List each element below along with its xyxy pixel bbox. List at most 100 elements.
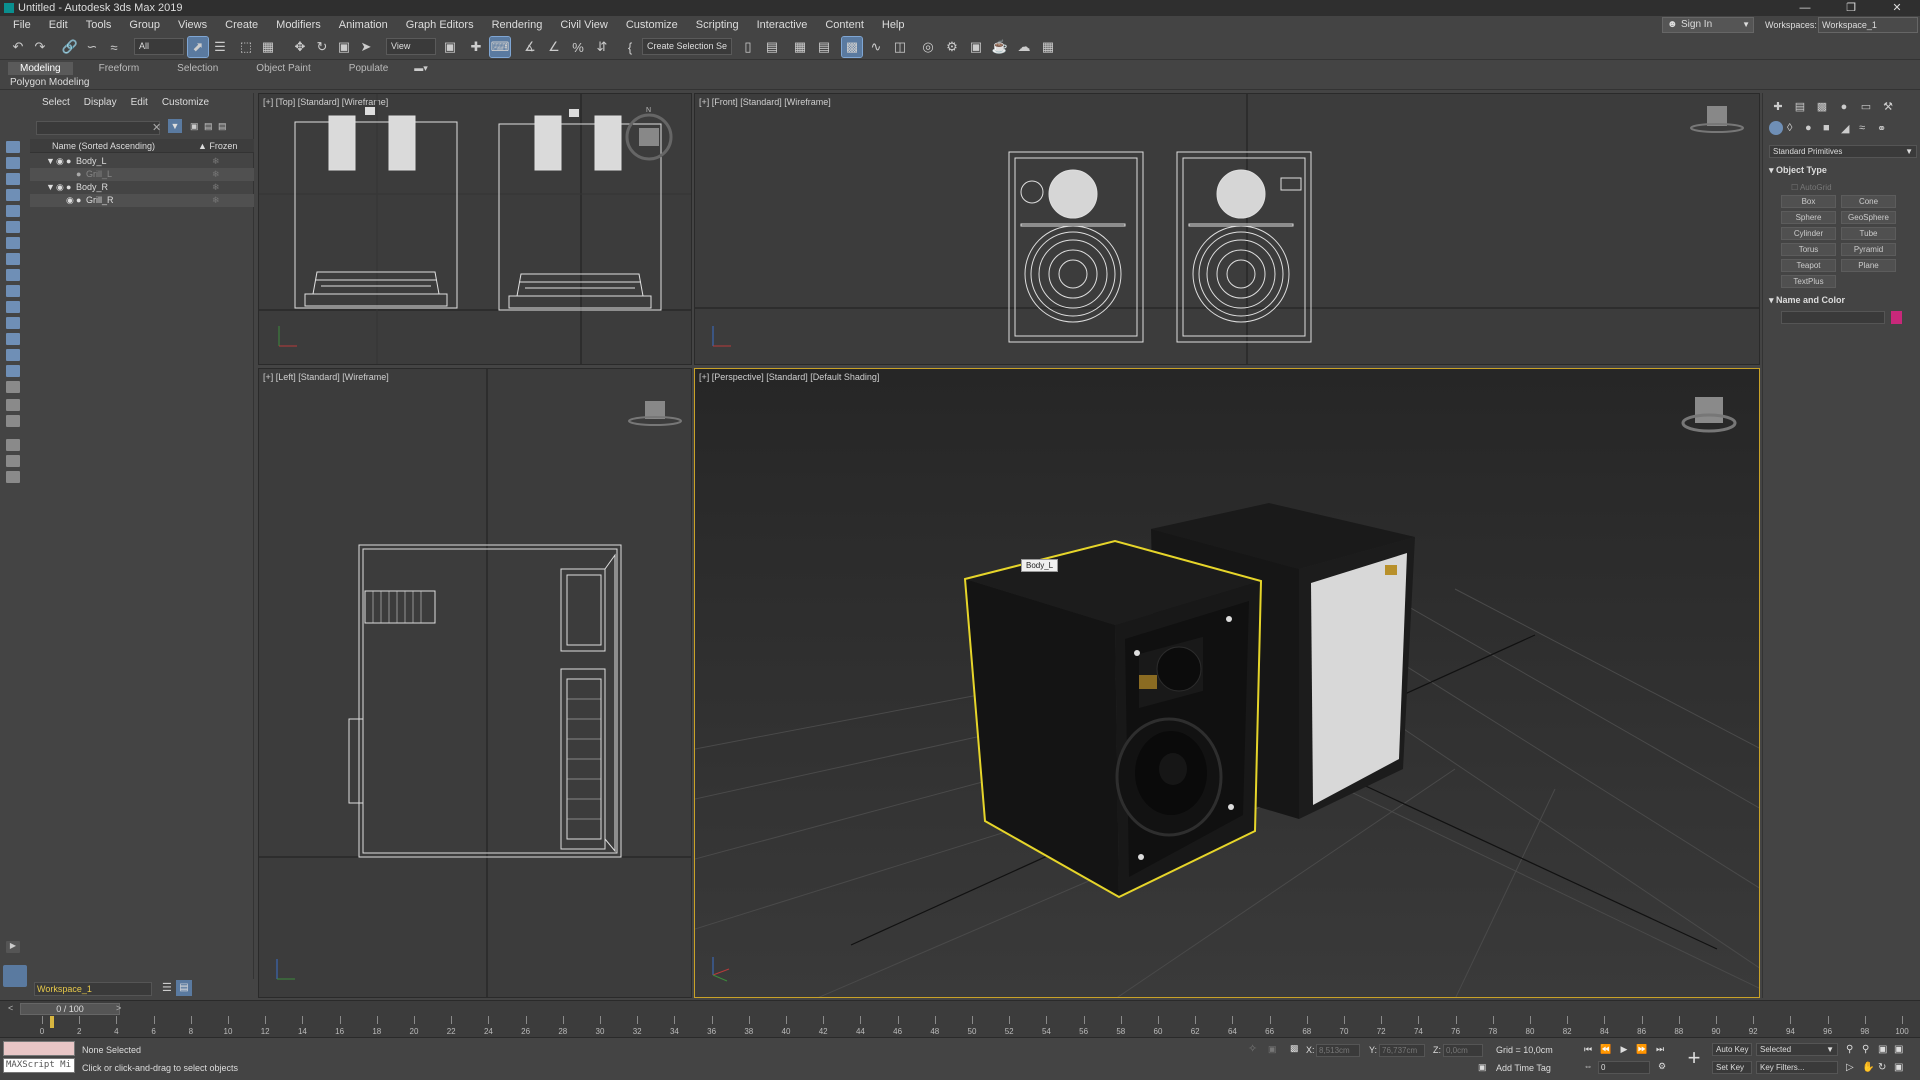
snaps-toggle-icon[interactable]: ∡ — [520, 37, 540, 57]
current-frame-field[interactable]: 0 — [1598, 1061, 1650, 1074]
bind-space-warp-icon[interactable]: ≈ — [104, 37, 124, 57]
display-none-icon[interactable] — [6, 157, 20, 169]
select-object-icon[interactable]: ⬈ — [187, 36, 209, 58]
maximize-viewport-icon[interactable]: ▣ — [1894, 1062, 1903, 1073]
menu-animation[interactable]: Animation — [330, 16, 397, 34]
display-invert-icon[interactable] — [6, 189, 20, 201]
containers-filter-icon[interactable] — [6, 349, 20, 361]
maxscript-listener-output[interactable] — [3, 1041, 75, 1056]
undo-icon[interactable]: ↶ — [8, 37, 28, 57]
create-icon[interactable] — [6, 141, 20, 153]
cylinder-button[interactable]: Cylinder — [1781, 227, 1836, 240]
place-icon[interactable]: ➤ — [356, 37, 376, 57]
explorer-filter-icon[interactable]: ▼ — [168, 119, 182, 133]
primitive-category-select[interactable]: Standard Primitives ▼ — [1769, 145, 1917, 158]
eye-icon[interactable]: ◉ — [66, 194, 74, 207]
object-color-swatch[interactable] — [1891, 311, 1902, 324]
next-frame-icon[interactable]: > — [116, 1003, 121, 1013]
layers-icon[interactable]: ☰ — [162, 981, 172, 994]
frozen-icon[interactable]: ❄ — [212, 155, 220, 168]
redo-icon[interactable]: ↷ — [30, 37, 50, 57]
scale-icon[interactable]: ▣ — [334, 37, 354, 57]
frozen-filter-icon[interactable] — [6, 365, 20, 377]
lights-icon[interactable]: ● — [1805, 122, 1812, 134]
ribbon-options-icon[interactable]: ▬▾ — [414, 63, 428, 74]
lights-filter-icon[interactable] — [6, 237, 20, 249]
sort-icon[interactable]: ▤ — [176, 980, 192, 996]
menu-graph-editors[interactable]: Graph Editors — [397, 16, 483, 34]
play-icon[interactable]: ▶ — [1616, 1043, 1632, 1056]
textplus-button[interactable]: TextPlus — [1781, 275, 1836, 288]
key-mode-select[interactable]: Selected ▼ — [1756, 1043, 1838, 1056]
tree-item-body-l[interactable]: ▼ ◉ ● Body_L ❄ — [30, 155, 254, 168]
menu-civil-view[interactable]: Civil View — [551, 16, 616, 34]
menu-content[interactable]: Content — [816, 16, 873, 34]
lock-icon[interactable]: ▣ — [190, 121, 199, 132]
invert-filter-icon[interactable] — [6, 439, 20, 451]
auto-key-button[interactable]: Auto Key — [1712, 1043, 1752, 1056]
box-button[interactable]: Box — [1781, 195, 1836, 208]
go-to-start-icon[interactable]: ⏮ — [1580, 1043, 1596, 1056]
orbit-icon[interactable]: ↻ — [1878, 1062, 1886, 1073]
find-icon[interactable] — [6, 471, 20, 483]
frozen-icon[interactable]: ❄ — [212, 168, 220, 181]
zoom-all-icon[interactable]: ⚲ — [1862, 1044, 1869, 1055]
zoom-extents-icon[interactable]: ▣ — [1878, 1044, 1887, 1055]
menu-scripting[interactable]: Scripting — [687, 16, 748, 34]
field-of-view-icon[interactable]: ▷ — [1846, 1062, 1854, 1073]
tab-object-paint[interactable]: Object Paint — [244, 62, 322, 75]
tube-button[interactable]: Tube — [1841, 227, 1896, 240]
bones-filter-icon[interactable] — [6, 333, 20, 345]
previous-frame-icon[interactable]: ⏪ — [1598, 1043, 1614, 1056]
eye-icon[interactable]: ◉ — [56, 155, 64, 168]
maxscript-mini-listener[interactable]: MAXScript Mi — [3, 1058, 75, 1073]
z-coordinate-field[interactable]: 0,0cm — [1443, 1044, 1483, 1057]
prev-frame-icon[interactable]: < — [8, 1003, 13, 1013]
tab-freeform[interactable]: Freeform — [87, 62, 152, 75]
keyboard-shortcut-override-icon[interactable]: ⌨ — [489, 36, 511, 58]
spinner-snap-icon[interactable]: ⇵ — [592, 37, 612, 57]
xrefs-filter-icon[interactable] — [6, 317, 20, 329]
y-coordinate-field[interactable]: 76,737cm — [1379, 1044, 1425, 1057]
link-icon[interactable]: 🔗 — [60, 37, 80, 57]
select-by-name-icon[interactable]: ☰ — [210, 37, 230, 57]
helpers-icon[interactable]: ◢ — [1841, 122, 1849, 135]
explorer-workspace-field[interactable]: Workspace_1 — [34, 982, 152, 996]
tab-populate[interactable]: Populate — [337, 62, 400, 75]
cameras-filter-icon[interactable] — [6, 253, 20, 265]
tree-item-grill-l[interactable]: ● Grill_L ❄ — [30, 168, 254, 181]
eye-icon[interactable]: ◉ — [56, 181, 64, 194]
autogrid-checkbox[interactable]: ☐ AutoGrid — [1791, 183, 1832, 192]
track-bar[interactable]: 0 2 4 6 8 10 12 14 16 18 20 22 24 26 28 30 32 34 36 38 40 42 4… — [0, 1016, 1920, 1038]
explorer-menu-edit[interactable]: Edit — [131, 97, 148, 108]
menu-group[interactable]: Group — [120, 16, 169, 34]
cone-button[interactable]: Cone — [1841, 195, 1896, 208]
move-icon[interactable]: ✥ — [290, 37, 310, 57]
menu-create[interactable]: Create — [216, 16, 267, 34]
menu-customize[interactable]: Customize — [617, 16, 687, 34]
space-warps-icon[interactable]: ≈ — [1859, 122, 1865, 134]
zoom-extents-all-icon[interactable]: ▣ — [1894, 1044, 1903, 1055]
display-all-icon[interactable] — [6, 173, 20, 185]
frozen-icon[interactable]: ❄ — [212, 181, 220, 194]
pan-icon[interactable]: ✋ — [1862, 1062, 1874, 1073]
none-filter-icon[interactable] — [6, 415, 20, 427]
mirror-icon[interactable]: ▯ — [738, 37, 758, 57]
pyramid-button[interactable]: Pyramid — [1841, 243, 1896, 256]
collapse-arrow-icon[interactable]: ▼ — [46, 155, 55, 168]
unlink-icon[interactable]: ∽ — [82, 37, 102, 57]
viewport-front[interactable]: [+] [Front] [Standard] [Wireframe] — [694, 93, 1760, 365]
clear-search-icon[interactable]: ✕ — [152, 121, 161, 134]
cameras-icon[interactable]: ■ — [1823, 122, 1830, 134]
object-name-input[interactable] — [1781, 311, 1885, 324]
tree-item-body-r[interactable]: ▼ ◉ ● Body_R ❄ — [30, 181, 254, 194]
geometry-filter-icon[interactable] — [6, 205, 20, 217]
time-slider[interactable]: < 0 / 100 > — [0, 1000, 1920, 1016]
menu-edit[interactable]: Edit — [40, 16, 77, 34]
expand-all-icon[interactable]: ▤ — [218, 121, 227, 132]
tree-item-grill-r[interactable]: ◉ ● Grill_R ❄ — [30, 194, 254, 207]
sign-in-button[interactable]: ☻ Sign In ▼ — [1662, 17, 1754, 33]
add-time-tag[interactable]: Add Time Tag — [1496, 1063, 1551, 1073]
hierarchy-tab-icon[interactable]: ▩ — [1815, 101, 1829, 113]
selection-filter-select[interactable]: All — [134, 38, 184, 55]
